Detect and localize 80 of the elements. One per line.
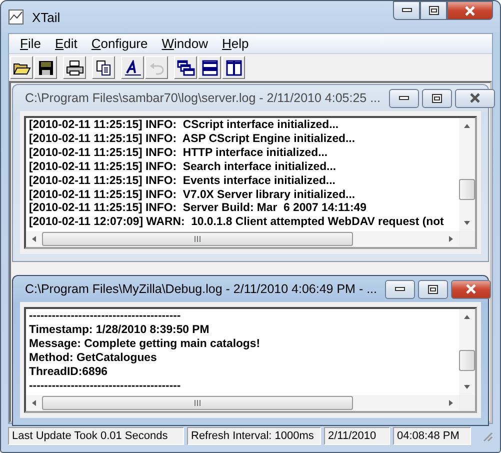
down-arrow-icon: [463, 219, 471, 228]
log-line: [2010-02-11 11:25:15] INFO: HTTP interface initialized...: [29, 146, 329, 161]
left-arrow-icon: [30, 398, 38, 407]
log-line: [2010-02-11 11:25:15] INFO: Server Build: Mar 6 2007 14:11:49: [29, 202, 368, 216]
menu-item[interactable]: Configure: [84, 36, 155, 51]
scroll-thumb[interactable]: [459, 350, 475, 371]
restore-icon: [428, 6, 438, 15]
menu-item[interactable]: Window: [154, 36, 215, 51]
tile-horizontal-icon: [200, 60, 218, 76]
restore-icon: [428, 284, 438, 294]
right-arrow-icon: [447, 235, 455, 244]
status-panel: 2/11/2010: [324, 427, 390, 445]
down-arrow-icon: [463, 382, 471, 391]
copy-icon: [94, 60, 112, 76]
scroll-thumb[interactable]: [42, 396, 353, 410]
restore-button[interactable]: [422, 88, 452, 108]
menu-item[interactable]: Edit: [48, 36, 84, 51]
scrollbar-corner: [459, 231, 475, 248]
horizontal-scrollbar[interactable]: [26, 394, 459, 411]
scrollbar-corner: [459, 394, 475, 411]
cascade-windows-icon: [176, 60, 194, 76]
log-line: ThreadID:6896: [29, 366, 108, 380]
toolbar-button[interactable]: [92, 56, 115, 79]
window-title: XTail: [32, 10, 60, 24]
printer-icon: [66, 60, 84, 76]
log-line: [2010-02-11 12:07:09] WARN: 10.0.1.8 Client attempted WebDAV request (not: [29, 216, 445, 230]
status-panel: 04:08:48 PM: [393, 427, 471, 445]
log-line: [2010-02-11 11:25:15] INFO: CScript interface initialized...: [29, 119, 340, 133]
status-panel: Last Update Took 0.01 Seconds: [8, 427, 184, 445]
log-line: [2010-02-11 11:25:15] INFO: ASP CScript Engine initialized...: [29, 132, 356, 147]
log-line: ----------------------------------------: [29, 380, 182, 394]
scroll-thumb[interactable]: [42, 232, 353, 246]
left-arrow-icon: [30, 235, 38, 244]
tile-vertical-icon: [224, 60, 242, 76]
log-line: Message: Complete getting main catalogs!: [29, 338, 262, 352]
toolbar-button[interactable]: [198, 56, 221, 79]
scroll-thumb[interactable]: [459, 179, 475, 200]
maximize-button[interactable]: [420, 1, 447, 20]
log-line: Method: GetCatalogues: [29, 352, 158, 366]
chart-icon: [8, 8, 26, 26]
close-icon: [468, 93, 481, 103]
status-panel: Refresh Interval: 1000ms: [187, 427, 321, 445]
log-line: [2010-02-11 11:25:15] INFO: Search interface initialized...: [29, 160, 338, 175]
log-line: Timestamp: 1/28/2010 8:39:50 PM: [29, 324, 210, 338]
font-icon: [124, 60, 142, 76]
minimize-icon: [395, 286, 406, 292]
close-button[interactable]: [454, 88, 495, 108]
document-window-title: C:\Program Files\MyZilla\Debug.log - 2/11/2010 4:06:49 PM - ...: [25, 282, 378, 296]
restore-icon: [432, 94, 442, 102]
close-button[interactable]: [451, 280, 492, 299]
resize-grip-icon: [481, 430, 493, 442]
vertical-scrollbar[interactable]: [459, 309, 475, 395]
right-arrow-icon: [447, 398, 455, 407]
close-button[interactable]: [447, 1, 493, 20]
log-line: [2010-02-11 11:25:15] INFO: Events interface initialized...: [29, 174, 336, 189]
toolbar-button[interactable]: [63, 56, 86, 79]
minimize-button[interactable]: [385, 280, 416, 299]
vertical-scrollbar[interactable]: [459, 118, 475, 232]
menu-item[interactable]: Help: [215, 36, 256, 51]
close-icon: [464, 6, 476, 16]
toolbar-button[interactable]: [222, 56, 245, 79]
toolbar-button[interactable]: [34, 56, 57, 79]
up-arrow-icon: [463, 313, 471, 322]
menu-item[interactable]: File: [13, 36, 48, 51]
grip-icon: [194, 400, 201, 406]
up-arrow-icon: [463, 122, 471, 130]
minimize-icon: [402, 8, 412, 13]
toolbar-button[interactable]: [10, 56, 33, 79]
log-line: [2010-02-11 11:25:15] INFO: V7.0X Server library initialized...: [29, 188, 356, 202]
minimize-button[interactable]: [393, 1, 420, 20]
horizontal-scrollbar[interactable]: [26, 231, 459, 248]
grip-icon: [194, 236, 201, 242]
log-line: ----------------------------------------: [29, 310, 182, 324]
toolbar-button[interactable]: [174, 56, 197, 79]
document-window-title: C:\Program Files\sambar70\log\server.log - 2/11/2010 4:05:25 ...: [25, 91, 381, 105]
close-icon: [465, 284, 478, 294]
restore-button[interactable]: [418, 280, 448, 299]
toolbar-button[interactable]: [121, 56, 144, 79]
minimize-icon: [398, 96, 409, 100]
minimize-button[interactable]: [388, 88, 419, 108]
